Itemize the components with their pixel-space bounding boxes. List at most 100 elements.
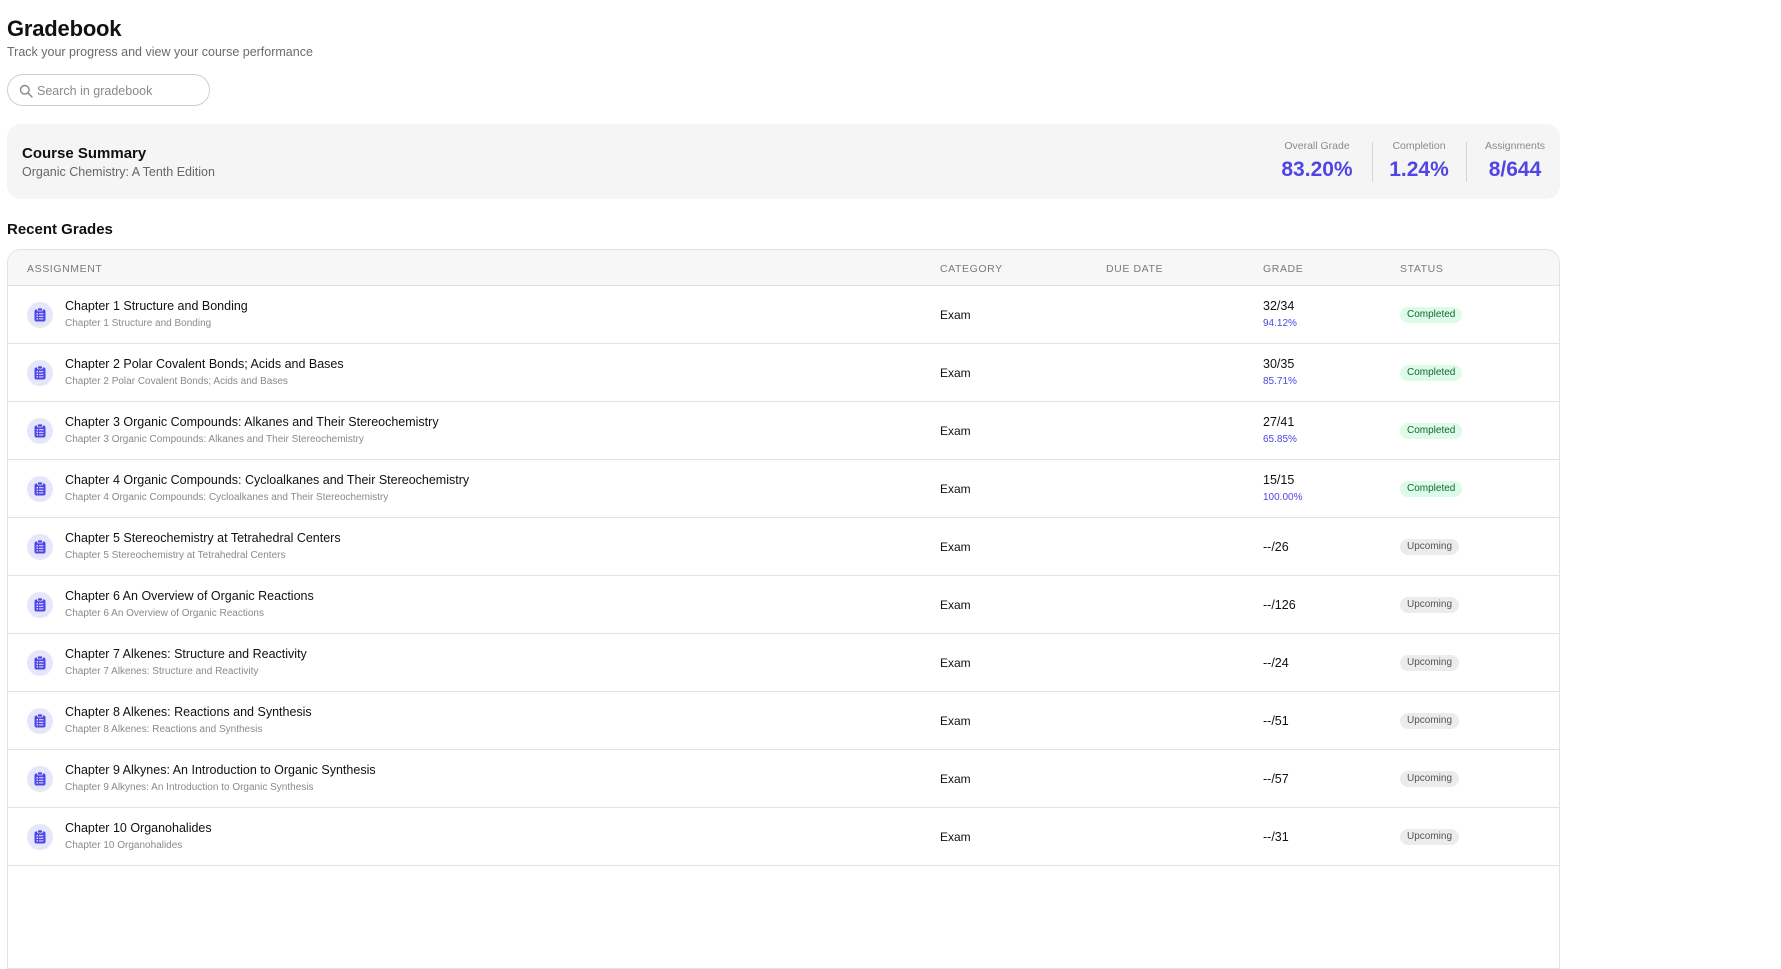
column-header-assignment[interactable]: ASSIGNMENT <box>27 263 102 275</box>
status-badge: Completed <box>1400 365 1463 381</box>
status-badge: Upcoming <box>1400 829 1460 845</box>
table-row[interactable]: Chapter 2 Polar Covalent Bonds; Acids an… <box>8 344 1559 402</box>
assignment-subtitle: Chapter 4 Organic Compounds: Cycloalkane… <box>65 492 389 503</box>
clipboard-glyph <box>34 772 46 786</box>
assignment-category: Exam <box>940 656 971 670</box>
assignment-subtitle: Chapter 8 Alkenes: Reactions and Synthes… <box>65 724 263 735</box>
column-header-grade[interactable]: GRADE <box>1263 263 1303 275</box>
assignment-subtitle: Chapter 3 Organic Compounds: Alkanes and… <box>65 434 364 445</box>
status-badge: Upcoming <box>1400 539 1460 555</box>
stat-divider <box>1466 142 1467 182</box>
table-row[interactable]: Chapter 4 Organic Compounds: Cycloalkane… <box>8 460 1559 518</box>
search-input[interactable] <box>37 81 202 101</box>
table-row[interactable]: Chapter 3 Organic Compounds: Alkanes and… <box>8 402 1559 460</box>
assignment-title[interactable]: Chapter 2 Polar Covalent Bonds; Acids an… <box>65 357 344 371</box>
clipboard-icon <box>27 534 53 560</box>
assignment-title[interactable]: Chapter 10 Organohalides <box>65 821 212 835</box>
table-row[interactable]: Chapter 1 Structure and Bonding Chapter 1… <box>8 286 1559 344</box>
assignment-grade: --/24 <box>1263 656 1289 670</box>
stat-overall-grade: Overall Grade 83.20% <box>1269 140 1365 182</box>
status-badge: Upcoming <box>1400 655 1460 671</box>
assignment-subtitle: Chapter 7 Alkenes: Structure and Reactiv… <box>65 666 259 677</box>
clipboard-icon <box>27 360 53 386</box>
status-badge: Completed <box>1400 423 1463 439</box>
assignment-title[interactable]: Chapter 6 An Overview of Organic Reactio… <box>65 589 314 603</box>
assignment-grade-percent: 65.85% <box>1263 434 1297 445</box>
assignment-grade: 32/34 <box>1263 299 1295 313</box>
status-badge: Upcoming <box>1400 597 1460 613</box>
table-row[interactable]: Chapter 6 An Overview of Organic Reactio… <box>8 576 1559 634</box>
gradebook-page: Gradebook Track your progress and view y… <box>7 0 1775 969</box>
assignment-grade-percent: 85.71% <box>1263 376 1297 387</box>
clipboard-icon <box>27 418 53 444</box>
assignment-category: Exam <box>940 424 971 438</box>
assignment-title[interactable]: Chapter 4 Organic Compounds: Cycloalkane… <box>65 473 469 487</box>
assignment-grade-percent: 94.12% <box>1263 318 1297 329</box>
column-header-due-date[interactable]: DUE DATE <box>1106 263 1163 275</box>
assignment-category: Exam <box>940 482 971 496</box>
table-row[interactable]: Chapter 7 Alkenes: Structure and Reactiv… <box>8 634 1559 692</box>
assignment-grade: --/126 <box>1263 598 1296 612</box>
table-row[interactable]: Chapter 10 Organohalides Chapter 10 Organ… <box>8 808 1559 866</box>
table-row[interactable]: Chapter 5 Stereochemistry at Tetrahedral… <box>8 518 1559 576</box>
status-badge: Upcoming <box>1400 713 1460 729</box>
page-subtitle: Track your progress and view your course… <box>7 45 313 59</box>
search-box[interactable] <box>7 74 210 106</box>
assignment-category: Exam <box>940 772 971 786</box>
table-row[interactable]: Chapter 8 Alkenes: Reactions and Synthes… <box>8 692 1559 750</box>
assignment-title[interactable]: Chapter 9 Alkynes: An Introduction to Or… <box>65 763 376 777</box>
assignment-title[interactable]: Chapter 7 Alkenes: Structure and Reactiv… <box>65 647 307 661</box>
assignment-subtitle: Chapter 9 Alkynes: An Introduction to Or… <box>65 782 314 793</box>
table-header: ASSIGNMENT CATEGORY DUE DATE GRADE STATU… <box>8 250 1559 286</box>
stat-value: 1.24% <box>1389 158 1449 181</box>
assignment-subtitle: Chapter 10 Organohalides <box>65 840 183 851</box>
stat-value: 8/644 <box>1488 158 1542 181</box>
clipboard-icon <box>27 766 53 792</box>
stat-completion: Completion 1.24% <box>1379 140 1459 182</box>
assignment-title[interactable]: Chapter 3 Organic Compounds: Alkanes and… <box>65 415 439 429</box>
stat-divider <box>1372 142 1373 182</box>
assignment-title[interactable]: Chapter 1 Structure and Bonding <box>65 299 248 313</box>
recent-grades-title: Recent Grades <box>7 221 113 238</box>
clipboard-glyph <box>34 482 46 496</box>
assignment-subtitle: Chapter 6 An Overview of Organic Reactio… <box>65 608 264 619</box>
course-name: Organic Chemistry: A Tenth Edition <box>22 165 215 179</box>
assignment-grade: --/26 <box>1263 540 1289 554</box>
course-summary-title: Course Summary <box>22 145 147 162</box>
assignment-title[interactable]: Chapter 8 Alkenes: Reactions and Synthes… <box>65 705 312 719</box>
assignment-subtitle: Chapter 5 Stereochemistry at Tetrahedral… <box>65 550 286 561</box>
status-badge: Completed <box>1400 481 1463 497</box>
page-title: Gradebook <box>7 16 122 41</box>
search-icon <box>19 84 33 98</box>
assignment-category: Exam <box>940 308 971 322</box>
clipboard-icon <box>27 650 53 676</box>
table-row[interactable]: Chapter 9 Alkynes: An Introduction to Or… <box>8 750 1559 808</box>
assignment-grade: --/31 <box>1263 830 1289 844</box>
assignment-category: Exam <box>940 366 971 380</box>
stat-value: 83.20% <box>1281 158 1353 181</box>
stat-assignments: Assignments 8/644 <box>1479 140 1551 182</box>
clipboard-icon <box>27 592 53 618</box>
assignment-grade: --/51 <box>1263 714 1289 728</box>
column-header-status[interactable]: STATUS <box>1400 263 1443 275</box>
clipboard-icon <box>27 708 53 734</box>
assignment-subtitle: Chapter 1 Structure and Bonding <box>65 318 212 329</box>
clipboard-icon <box>27 302 53 328</box>
clipboard-glyph <box>34 308 46 322</box>
assignment-subtitle: Chapter 2 Polar Covalent Bonds; Acids an… <box>65 376 288 387</box>
stat-label: Overall Grade <box>1284 140 1350 152</box>
assignment-grade: 15/15 <box>1263 473 1295 487</box>
clipboard-glyph <box>34 714 46 728</box>
course-summary-card: Course Summary Organic Chemistry: A Tent… <box>7 124 1560 199</box>
clipboard-glyph <box>34 540 46 554</box>
assignment-grade: 30/35 <box>1263 357 1295 371</box>
assignment-category: Exam <box>940 714 971 728</box>
clipboard-icon <box>27 824 53 850</box>
assignment-title[interactable]: Chapter 5 Stereochemistry at Tetrahedral… <box>65 531 341 545</box>
stat-label: Completion <box>1392 140 1446 152</box>
status-badge: Upcoming <box>1400 771 1460 787</box>
grades-table: ASSIGNMENT CATEGORY DUE DATE GRADE STATU… <box>7 249 1560 969</box>
clipboard-glyph <box>34 598 46 612</box>
assignment-grade: --/57 <box>1263 772 1289 786</box>
column-header-category[interactable]: CATEGORY <box>940 263 1003 275</box>
